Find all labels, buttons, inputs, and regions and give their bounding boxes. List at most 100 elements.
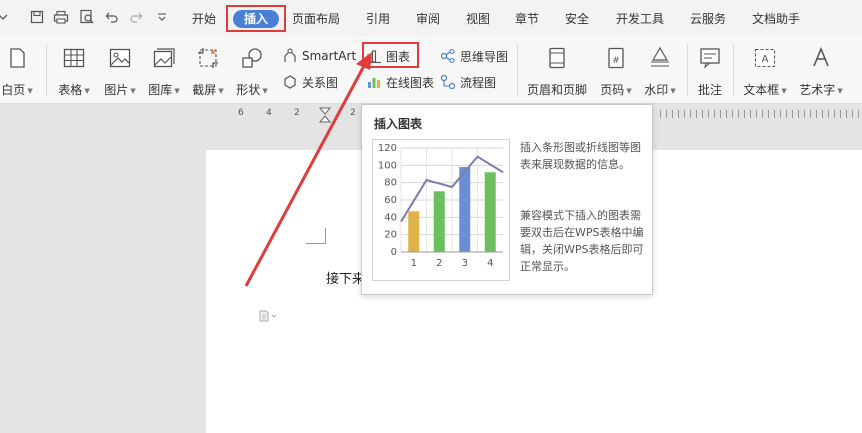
- tab-security[interactable]: 安全: [565, 10, 589, 27]
- blank-page-button[interactable]: 白页 ▼: [0, 46, 38, 98]
- ribbon-divider: [517, 44, 518, 96]
- table-icon: [62, 46, 86, 70]
- gallery-label: 图库: [148, 83, 173, 97]
- tab-insert-highlight: 插入: [226, 5, 286, 32]
- chart-bar: [408, 211, 420, 252]
- chart-y-tick-label: 0: [391, 247, 397, 258]
- tooltip-preview-chart: 0 20 40 60 80 100 120 1 2 3 4: [372, 139, 510, 281]
- tab-doc-assistant[interactable]: 文档助手: [752, 10, 800, 27]
- mindmap-button[interactable]: 思维导图: [440, 46, 508, 66]
- chart-y-tick-label: 20: [384, 230, 397, 241]
- online-chart-label: 在线图表: [386, 75, 435, 90]
- comment-label: 批注: [697, 83, 722, 97]
- chart-y-tick-label: 80: [384, 178, 397, 189]
- tab-home[interactable]: 开始: [192, 10, 216, 27]
- ribbon-divider: [687, 44, 688, 96]
- tooltip-compat-note: 兼容模式下插入的图表需要双击后在WPS表格中编辑，关闭WPS表格后即可正常显示。: [520, 209, 644, 273]
- ruler-tick: 6: [238, 108, 244, 118]
- save-icon[interactable]: [28, 8, 46, 26]
- tab-review[interactable]: 审阅: [416, 10, 440, 27]
- ruler-scale: [660, 110, 860, 118]
- undo-icon[interactable]: [103, 8, 121, 26]
- header-footer-label: 页眉和页脚: [526, 83, 587, 97]
- chart-y-tick-label: 40: [384, 212, 397, 223]
- online-chart-icon: [366, 74, 382, 90]
- redo-icon[interactable]: [127, 8, 145, 26]
- table-label: 表格: [58, 83, 83, 97]
- blank-page-icon: [5, 46, 29, 70]
- ruler-tick: 2: [350, 108, 356, 118]
- smartart-label: SmartArt: [302, 49, 357, 63]
- document-text[interactable]: 接下来: [326, 268, 365, 287]
- comment-button[interactable]: 批注: [692, 46, 728, 98]
- wordart-button[interactable]: 艺术字 ▼: [796, 46, 846, 98]
- chart-bar: [433, 191, 445, 252]
- tab-insert[interactable]: 插入: [233, 10, 279, 28]
- watermark-label: 水印: [644, 83, 669, 97]
- chart-bar: [459, 167, 471, 252]
- chart-x-tick-label: 3: [462, 258, 468, 269]
- screenshot-button[interactable]: 截屏 ▼: [188, 46, 228, 98]
- picture-icon: [108, 46, 132, 70]
- wordart-label: 艺术字: [799, 83, 836, 97]
- relation-chart-icon: [282, 74, 298, 90]
- chart-tooltip: 插入图表 0 20 40 60 80 100 120 1 2 3 4 插入条形图或折线图等图表来展现…: [361, 104, 653, 295]
- tab-references[interactable]: 引用: [366, 10, 390, 27]
- textbox-icon: A: [753, 46, 777, 70]
- watermark-button[interactable]: 水印 ▼: [640, 46, 680, 98]
- shape-button[interactable]: 形状 ▼: [232, 46, 272, 98]
- chart-y-tick-label: 100: [378, 160, 397, 171]
- chart-y-tick-label: 60: [384, 195, 397, 206]
- flowchart-button[interactable]: 流程图: [440, 72, 496, 92]
- svg-text:#: #: [612, 56, 620, 66]
- header-footer-icon: [545, 46, 569, 70]
- textbox-button[interactable]: A 文本框 ▼: [740, 46, 790, 98]
- blank-page-label: 白页: [1, 83, 26, 97]
- relation-chart-button[interactable]: 关系图: [282, 72, 338, 92]
- shape-label: 形状: [236, 83, 261, 97]
- header-footer-button[interactable]: 页眉和页脚: [524, 46, 590, 98]
- watermark-icon: [648, 46, 672, 70]
- tab-cloud[interactable]: 云服务: [690, 10, 726, 27]
- page-number-label: 页码: [600, 83, 625, 97]
- mindmap-icon: [440, 48, 456, 64]
- shape-icon: [240, 46, 264, 70]
- paragraph-options-icon[interactable]: [259, 310, 279, 325]
- tab-section[interactable]: 章节: [515, 10, 539, 27]
- tooltip-description: 插入条形图或折线图等图表来展现数据的信息。: [520, 141, 641, 171]
- chevron-down-icon[interactable]: [0, 8, 12, 26]
- flowchart-label: 流程图: [460, 75, 497, 90]
- chart-x-tick-label: 1: [411, 258, 417, 269]
- picture-label: 图片: [104, 83, 129, 97]
- mindmap-label: 思维导图: [460, 49, 509, 64]
- preview-chart-svg: 0 20 40 60 80 100 120 1 2 3 4: [378, 143, 504, 269]
- smartart-icon: [282, 48, 298, 64]
- print-preview-icon[interactable]: [78, 8, 96, 26]
- tab-developer[interactable]: 开发工具: [616, 10, 664, 27]
- chart-y-tick-label: 120: [378, 143, 397, 154]
- indent-marker-icon[interactable]: [318, 106, 332, 124]
- chart-x-tick-label: 2: [436, 258, 442, 269]
- page-number-button[interactable]: # 页码 ▼: [596, 46, 636, 98]
- menu-bar: 开始 插入 页面布局 引用 审阅 视图 章节 安全 开发工具 云服务 文档助手: [0, 0, 862, 36]
- tab-page-layout[interactable]: 页面布局: [292, 10, 340, 27]
- screenshot-icon: [196, 46, 220, 70]
- tab-view[interactable]: 视图: [466, 10, 490, 27]
- chart-x-tick-label: 4: [487, 258, 493, 269]
- ruler-tick: 2: [294, 108, 300, 118]
- smartart-button[interactable]: SmartArt: [282, 46, 356, 66]
- table-button[interactable]: 表格 ▼: [54, 46, 94, 98]
- online-chart-button[interactable]: 在线图表: [366, 72, 434, 92]
- gallery-button[interactable]: 图库 ▼: [144, 46, 184, 98]
- picture-button[interactable]: 图片 ▼: [100, 46, 140, 98]
- page-number-icon: #: [604, 46, 628, 70]
- ribbon-toolbar: 白页 ▼ 表格 ▼ 图片 ▼ 图库 ▼ 截屏 ▼ 形状 ▼ SmartArt 关…: [0, 36, 862, 104]
- svg-text:A: A: [762, 54, 769, 65]
- page-margin-mark: [306, 228, 326, 244]
- ribbon-divider: [46, 44, 47, 96]
- wordart-icon: [809, 46, 833, 70]
- relation-chart-label: 关系图: [302, 75, 339, 90]
- comment-icon: [698, 46, 722, 70]
- customize-dropdown-icon[interactable]: [153, 8, 171, 26]
- print-icon[interactable]: [52, 8, 70, 26]
